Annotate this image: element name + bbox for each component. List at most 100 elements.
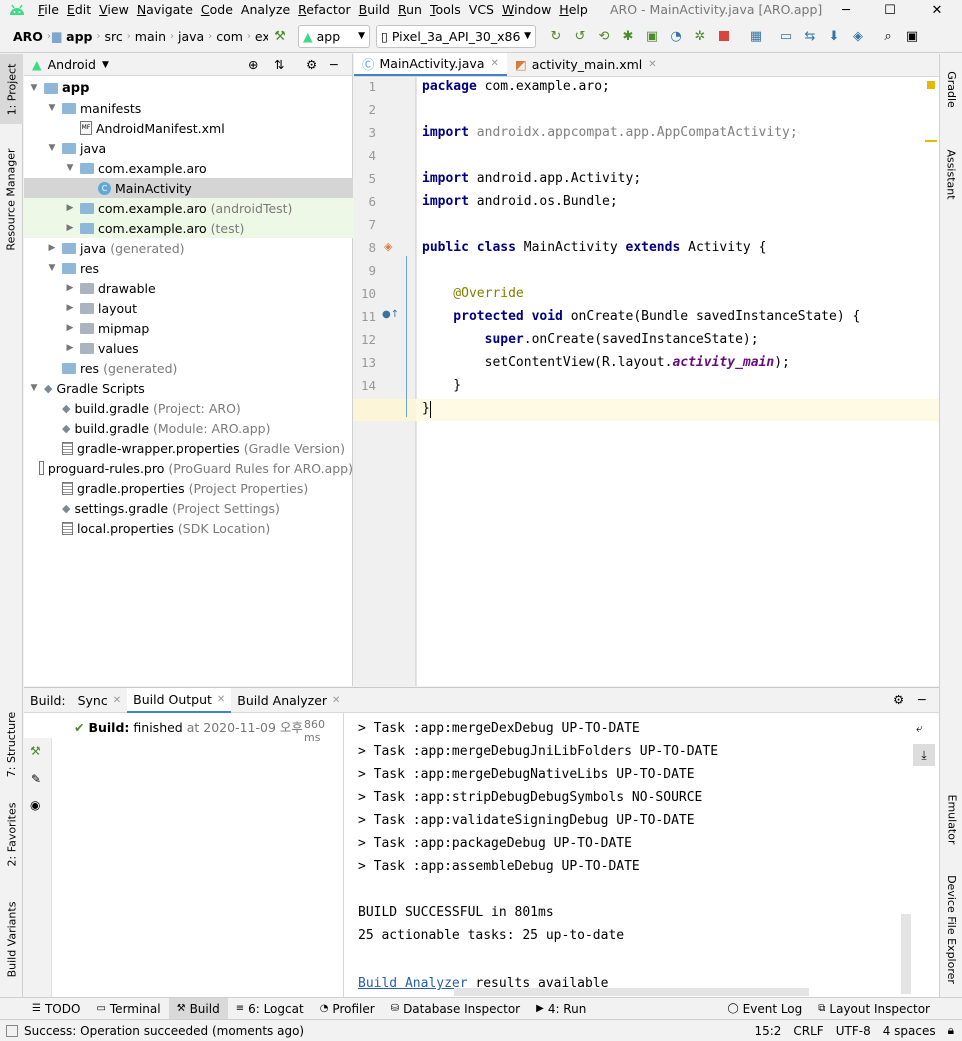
menu-window[interactable]: Window (498, 0, 555, 20)
menu-file[interactable]: File (34, 0, 63, 20)
tree-item[interactable]: proguard-rules.pro (ProGuard Rules for AR… (24, 458, 353, 478)
structure-tool-tab[interactable]: 7: Structure (0, 704, 23, 784)
attach-debugger-icon[interactable]: ✲ (688, 24, 712, 48)
resource-manager-tab[interactable]: Resource Manager (0, 134, 23, 264)
tree-item[interactable]: ▶ com.example.aro (test) (24, 218, 353, 238)
tree-item[interactable]: res (generated) (24, 358, 353, 378)
tree-item[interactable]: ▼ app (24, 78, 353, 98)
tool-tab-event-log[interactable]: ◯ Event Log (719, 998, 810, 1020)
profile-icon[interactable]: ◔ (664, 24, 688, 48)
code-line[interactable]: @Override (422, 286, 523, 301)
indent-setting[interactable]: 4 spaces (883, 1024, 936, 1038)
eye-icon[interactable]: ◉ (30, 798, 40, 812)
tool-tab-layout-inspector[interactable]: ⧉ Layout Inspector (810, 998, 938, 1020)
warning-marker[interactable] (927, 81, 935, 89)
assistant-tool-tab[interactable]: Assistant (940, 139, 962, 209)
chevron-down-icon[interactable]: ▼ (46, 103, 58, 113)
apply-changes-icon[interactable]: ↺ (568, 24, 592, 48)
tree-item[interactable]: ▶ values (24, 338, 353, 358)
lock-icon[interactable]: 🔒︎ (948, 1023, 954, 1038)
sdk-manager-icon[interactable]: ⬇ (822, 24, 846, 48)
close-icon[interactable]: ✕ (332, 695, 340, 706)
line-separator[interactable]: CRLF (793, 1024, 823, 1038)
breadcrumb-item[interactable]: src (102, 29, 126, 44)
chevron-right-icon[interactable]: ▶ (64, 203, 76, 213)
tool-tab-profiler[interactable]: ◔ Profiler (312, 998, 383, 1020)
gradle-tool-tab[interactable]: Gradle (940, 59, 962, 119)
menu-help[interactable]: Help (555, 0, 592, 20)
debug-icon[interactable]: ✱ (616, 24, 640, 48)
pin-icon[interactable]: ✎ (31, 772, 41, 786)
menu-edit[interactable]: Edit (63, 0, 95, 20)
soft-wrap-icon[interactable]: ⤶ (916, 721, 923, 736)
tree-item[interactable]: ▼ manifests (24, 98, 353, 118)
hammer-icon[interactable]: ⚒ (30, 744, 41, 758)
breadcrumb-item[interactable]: main (132, 29, 169, 44)
chevron-down-icon[interactable]: ▼ (64, 163, 76, 173)
code-line[interactable]: } (422, 378, 461, 393)
menu-analyze[interactable]: Analyze (237, 0, 294, 20)
code-line[interactable]: super.onCreate(savedInstanceState); (422, 332, 759, 347)
tree-item[interactable]: gradle.properties (Project Properties) (24, 478, 353, 498)
project-tool-tab[interactable]: 1: Project (0, 54, 23, 124)
menu-tools[interactable]: Tools (426, 0, 465, 20)
tree-item[interactable]: ▶ com.example.aro (androidTest) (24, 198, 353, 218)
favorites-tool-tab[interactable]: 2: Favorites (0, 794, 23, 874)
tree-item[interactable]: ▼ com.example.aro (24, 158, 353, 178)
close-icon[interactable]: ✕ (113, 695, 121, 706)
caret-position[interactable]: 15:2 (754, 1024, 781, 1038)
tool-tab-terminal[interactable]: ▭ Terminal (88, 998, 168, 1020)
breadcrumb-item[interactable]: java (175, 29, 207, 44)
hide-panel-icon[interactable]: ─ (918, 692, 926, 707)
editor-tab[interactable]: Ⓒ MainActivity.java ✕ (354, 53, 507, 76)
status-message[interactable]: Success: Operation succeeded (moments ag… (24, 1024, 304, 1038)
chevron-right-icon[interactable]: ▶ (64, 283, 76, 293)
rerun-icon[interactable]: ↻ (544, 24, 568, 48)
close-icon[interactable]: ✕ (490, 58, 498, 69)
menu-vcs[interactable]: VCS (465, 0, 498, 20)
warning-stripe[interactable] (925, 140, 937, 142)
build-tab[interactable]: Build Output ✕ (127, 687, 232, 713)
device-file-explorer-tab[interactable]: Device File Explorer (940, 864, 962, 994)
minimize-button[interactable]: ─ (823, 0, 869, 20)
menu-view[interactable]: View (95, 0, 133, 20)
chevron-right-icon[interactable]: ▶ (64, 323, 76, 333)
coverage-icon[interactable]: ▣ (640, 24, 664, 48)
horizontal-scrollbar[interactable] (454, 988, 809, 996)
tool-tab--logcat[interactable]: ≡ 6: Logcat (228, 998, 312, 1020)
close-icon[interactable]: ✕ (648, 59, 656, 70)
tree-item[interactable]: ▼ java (24, 138, 353, 158)
menu-navigate[interactable]: Navigate (133, 0, 197, 20)
chevron-down-icon[interactable]: ▼ (102, 60, 109, 70)
avd-manager-icon[interactable]: ▭ (774, 24, 798, 48)
code-line[interactable]: protected void onCreate(Bundle savedInst… (422, 309, 860, 324)
device-select[interactable]: ▯ Pixel_3a_API_30_x86 ▼ (376, 24, 536, 48)
code-line[interactable]: } (422, 401, 430, 416)
tree-item[interactable]: C MainActivity (24, 178, 353, 198)
maximize-button[interactable]: ☐ (867, 0, 913, 20)
breadcrumb-item[interactable]: app (63, 29, 95, 44)
gear-icon[interactable]: ⚙ (893, 692, 904, 707)
code-line[interactable]: import android.app.Activity; (422, 171, 641, 186)
code-line[interactable]: import android.os.Bundle; (422, 194, 618, 209)
close-window-button[interactable]: ✕ (914, 0, 960, 20)
emulator-tool-tab[interactable]: Emulator (940, 784, 962, 854)
tool-tab-database-inspector[interactable]: ⛁ Database Inspector (383, 998, 528, 1020)
stop-icon[interactable] (712, 24, 736, 48)
tool-tab-todo[interactable]: ☰ TODO (24, 998, 88, 1020)
settings-icon[interactable]: ▣ (900, 24, 924, 48)
breadcrumb-item[interactable]: com (213, 29, 246, 44)
tree-item[interactable]: ▶ mipmap (24, 318, 353, 338)
run-config-select[interactable]: ▲ app ▼ (298, 24, 370, 48)
gear-icon[interactable]: ⚙ (306, 57, 317, 72)
class-marker-icon[interactable]: ◈ (384, 240, 392, 253)
scroll-to-end-icon[interactable]: ⤓ (913, 744, 935, 766)
menu-refactor[interactable]: Refactor (294, 0, 354, 20)
vertical-scrollbar[interactable] (901, 914, 911, 994)
breadcrumb-item[interactable]: exar (252, 29, 268, 44)
hammer-icon[interactable]: ⚒ (268, 24, 292, 48)
app-inspection-icon[interactable]: ◈ (846, 24, 870, 48)
tree-item[interactable]: ▼ ◆ Gradle Scripts (24, 378, 353, 398)
chevron-down-icon[interactable]: ▼ (28, 83, 40, 93)
tree-item[interactable]: local.properties (SDK Location) (24, 518, 353, 538)
